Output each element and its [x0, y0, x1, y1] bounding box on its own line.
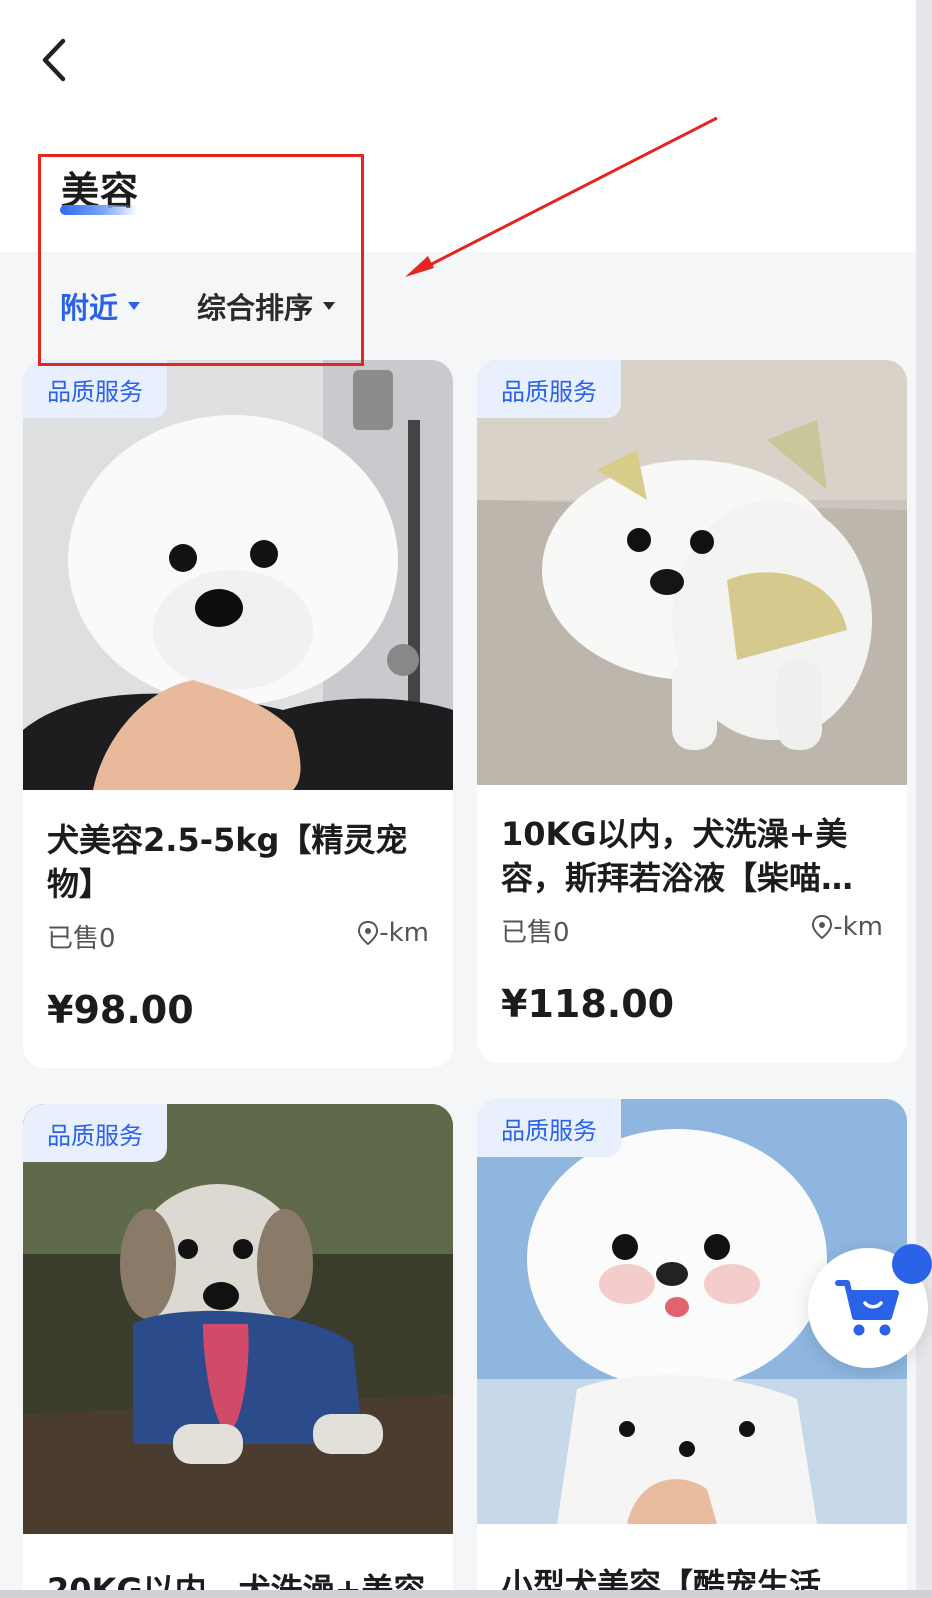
product-image — [23, 360, 453, 790]
price: ¥98.00 — [47, 988, 194, 1032]
product-card[interactable]: 品质服务 犬美容2.5-5kg【精灵宠物】 已售0 -km ¥98.00 — [23, 360, 453, 1068]
product-image — [477, 360, 907, 785]
distance: -km — [811, 912, 883, 942]
distance-value: -km — [833, 912, 883, 942]
cart-badge-dot — [892, 1244, 932, 1284]
location-icon — [812, 914, 833, 940]
product-title: 10KG以内，犬洗澡+美容，斯拜若浴液【柴喵宠物】 — [501, 815, 854, 897]
price: ¥118.00 — [501, 982, 675, 1026]
quality-badge: 品质服务 — [477, 1099, 621, 1157]
quality-badge: 品质服务 — [23, 1104, 167, 1162]
shopping-cart-icon — [835, 1280, 899, 1336]
product-card[interactable]: 品质服务 20KG以内，犬洗澡+美容 — [23, 1104, 453, 1598]
distance: -km — [357, 918, 429, 948]
location-icon — [358, 920, 379, 946]
distance-value: -km — [379, 918, 429, 948]
product-card[interactable]: 品质服务 10KG以内，犬洗澡+美容，斯拜若浴液【柴喵宠物】 已售0 -km ¥… — [477, 360, 907, 1063]
bottom-edge — [0, 1590, 932, 1598]
annotation-arrow — [405, 116, 718, 277]
product-title: 犬美容2.5-5kg【精灵宠物】 — [47, 821, 408, 903]
sold-count: 已售0 — [501, 918, 570, 948]
sold-count: 已售0 — [47, 924, 116, 954]
product-image — [23, 1104, 453, 1534]
